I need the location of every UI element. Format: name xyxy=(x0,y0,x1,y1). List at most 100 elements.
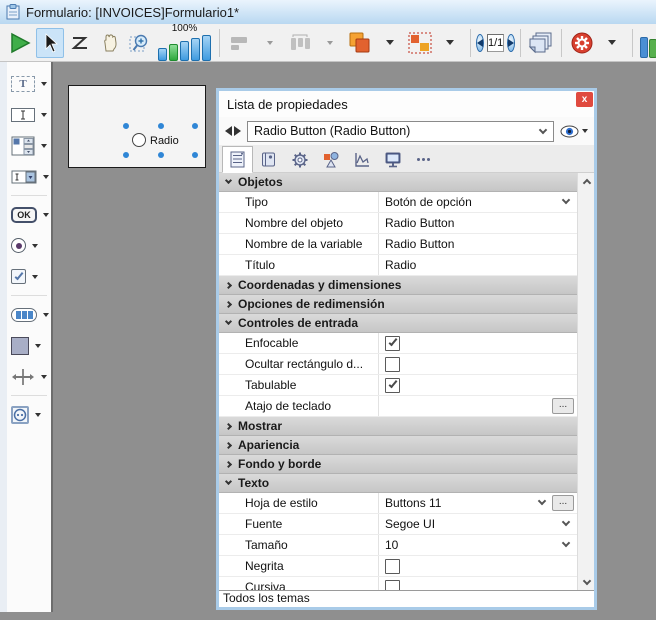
scroll-down-button[interactable] xyxy=(578,574,594,590)
property-value-cell[interactable]: 10 xyxy=(379,535,577,555)
property-value-cell[interactable]: Radio xyxy=(379,255,577,275)
next-page-button[interactable] xyxy=(507,34,515,52)
palette-text-tool[interactable]: T xyxy=(7,68,51,99)
pages-manager-button[interactable] xyxy=(527,28,555,58)
property-value-cell[interactable]: Segoe UI xyxy=(379,514,577,534)
section-header-6[interactable]: Fondo y borde xyxy=(219,455,577,474)
group-dropdown[interactable] xyxy=(436,28,464,58)
zoom-bar-5[interactable] xyxy=(202,35,211,61)
section-header-5[interactable]: Apariencia xyxy=(219,436,577,455)
close-button[interactable]: x xyxy=(576,92,593,107)
zoom-bar-4[interactable] xyxy=(191,38,200,61)
palette-listbox-tool[interactable] xyxy=(7,130,51,161)
page-indicator-field[interactable]: 1/1 xyxy=(487,34,504,52)
section-header-7[interactable]: Texto xyxy=(219,474,577,493)
property-row: Nombre de la variableRadio Button xyxy=(219,234,577,255)
tab-objects[interactable] xyxy=(315,147,346,172)
dropdown-arrow-icon xyxy=(32,244,38,248)
zoom-tool-button[interactable] xyxy=(126,28,154,58)
palette-radio-tool[interactable] xyxy=(7,230,51,261)
palette-plugin-tool[interactable] xyxy=(7,399,51,430)
dropdown-arrow-icon xyxy=(35,344,41,348)
tab-chart[interactable] xyxy=(346,147,377,172)
order-entry-tool-button[interactable] xyxy=(66,28,94,58)
zoom-bar-3[interactable] xyxy=(180,41,189,61)
selection-handle[interactable] xyxy=(158,123,164,129)
distribute-button[interactable] xyxy=(286,28,314,58)
palette-combobox-tool[interactable] xyxy=(7,161,51,192)
palette-input-tool[interactable] xyxy=(7,99,51,130)
chevron-down-icon xyxy=(562,518,570,526)
zoom-bar-1[interactable] xyxy=(158,48,167,61)
pan-tool-button[interactable] xyxy=(96,28,124,58)
group-button[interactable] xyxy=(406,28,434,58)
select-tool-button[interactable] xyxy=(36,28,64,58)
section-header-2[interactable]: Opciones de redimensión xyxy=(219,295,577,314)
radio-button-widget[interactable]: Radio xyxy=(125,126,197,158)
property-value-cell[interactable]: Botón de opción xyxy=(379,192,577,212)
palette-splitter-tool[interactable] xyxy=(7,361,51,392)
section-header-1[interactable]: Coordenadas y dimensiones xyxy=(219,276,577,295)
checkbox[interactable] xyxy=(385,336,400,351)
move-to-front-button[interactable] xyxy=(346,28,374,58)
property-value-cell[interactable]: Radio Button xyxy=(379,234,577,254)
property-value-cell[interactable] xyxy=(379,556,577,576)
scroll-up-button[interactable] xyxy=(578,173,594,189)
section-header-0[interactable]: Objetos xyxy=(219,173,577,192)
selection-handle[interactable] xyxy=(123,152,129,158)
section-header-3[interactable]: Controles de entrada xyxy=(219,314,577,333)
property-row: Hoja de estiloButtons 11... xyxy=(219,493,577,514)
ellipsis-button[interactable]: ... xyxy=(552,495,574,511)
property-value-cell[interactable] xyxy=(379,375,577,395)
vertical-scrollbar[interactable] xyxy=(577,173,594,590)
property-value-cell[interactable] xyxy=(379,577,577,590)
palette-buttonbar-tool[interactable] xyxy=(7,299,51,330)
tab-property-list[interactable] xyxy=(222,146,253,173)
checkbox-icon xyxy=(11,269,26,284)
checkbox[interactable] xyxy=(385,378,400,393)
checkbox[interactable] xyxy=(385,559,400,574)
tab-more[interactable] xyxy=(408,147,439,172)
property-row: Nombre del objetoRadio Button xyxy=(219,213,577,234)
form-properties-dropdown[interactable] xyxy=(598,28,626,58)
palette-rectangle-tool[interactable] xyxy=(7,330,51,361)
selection-handle[interactable] xyxy=(192,123,198,129)
next-object-button[interactable] xyxy=(234,126,241,136)
form-area[interactable]: Radio xyxy=(68,85,206,168)
ellipsis-button[interactable]: ... xyxy=(552,398,574,414)
distribute-dropdown[interactable] xyxy=(316,28,344,58)
property-label: Negrita xyxy=(219,556,379,576)
align-button[interactable] xyxy=(226,28,254,58)
property-value-cell[interactable] xyxy=(379,333,577,353)
previous-object-button[interactable] xyxy=(225,126,232,136)
zoom-level-widget[interactable]: 100% xyxy=(158,24,211,61)
property-value-cell[interactable]: ... xyxy=(379,396,577,416)
execute-form-button[interactable] xyxy=(6,28,34,58)
property-value-cell[interactable] xyxy=(379,354,577,374)
theme-status-bar[interactable]: Todos los temas xyxy=(219,590,594,607)
zoom-bar-current[interactable] xyxy=(169,44,178,61)
palette-checkbox-tool[interactable] xyxy=(7,261,51,292)
align-dropdown[interactable] xyxy=(256,28,284,58)
previous-page-button[interactable] xyxy=(476,34,484,52)
property-value-cell[interactable]: Buttons 11... xyxy=(379,493,577,513)
form-properties-button[interactable] xyxy=(568,28,596,58)
property-value-cell[interactable]: Radio Button xyxy=(379,213,577,233)
selection-handle[interactable] xyxy=(123,123,129,129)
checkbox[interactable] xyxy=(385,357,400,372)
tab-book[interactable] xyxy=(253,147,284,172)
library-button[interactable] xyxy=(639,28,656,58)
section-header-4[interactable]: Mostrar xyxy=(219,417,577,436)
layer-order-dropdown[interactable] xyxy=(376,28,404,58)
visibility-menu-button[interactable] xyxy=(560,125,588,138)
tab-settings[interactable] xyxy=(284,147,315,172)
tab-display[interactable] xyxy=(377,147,408,172)
checkbox[interactable] xyxy=(385,580,400,591)
selection-handle[interactable] xyxy=(158,152,164,158)
object-selector-dropdown[interactable]: Radio Button (Radio Button) xyxy=(247,121,554,142)
palette-button-tool[interactable]: OK xyxy=(7,199,51,230)
selection-handle[interactable] xyxy=(192,152,198,158)
zoom-bars[interactable] xyxy=(158,35,211,61)
property-list-titlebar[interactable]: Lista de propiedades x xyxy=(219,91,594,117)
dropdown-arrow-icon xyxy=(43,313,49,317)
